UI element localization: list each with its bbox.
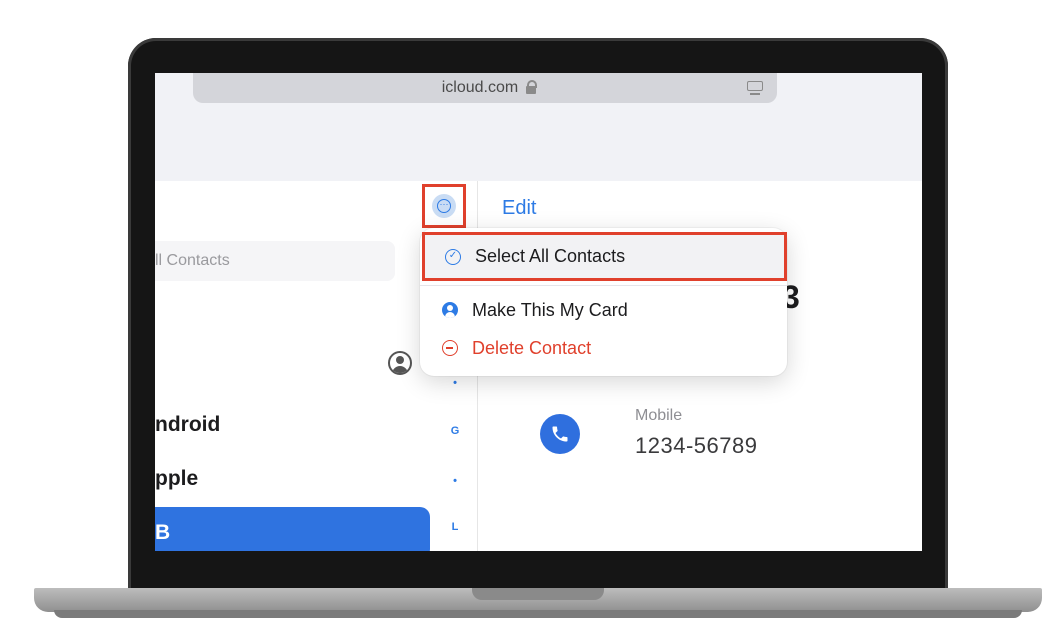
make-this-my-card-menu-item[interactable]: Make This My Card bbox=[420, 289, 787, 331]
menu-divider bbox=[420, 285, 787, 286]
menu-item-label: Delete Contact bbox=[472, 337, 592, 358]
index-letter[interactable]: G bbox=[449, 425, 461, 437]
menu-item-label: Select All Contacts bbox=[475, 246, 626, 266]
ellipsis-circle-icon: ··· bbox=[437, 199, 451, 213]
lock-icon bbox=[526, 80, 538, 94]
person-circle-icon bbox=[442, 302, 458, 318]
laptop-notch bbox=[472, 588, 604, 600]
index-letter[interactable]: • bbox=[449, 377, 461, 389]
phone-icon[interactable] bbox=[540, 414, 580, 454]
tab-overview-icon[interactable] bbox=[747, 81, 763, 95]
minus-circle-icon bbox=[442, 340, 458, 356]
screen: icloud.com ··· ll Contacts ndroid pple B… bbox=[155, 73, 922, 551]
index-letter[interactable]: L bbox=[449, 521, 461, 533]
more-button-highlight: ··· bbox=[422, 184, 466, 228]
contact-list-item-selected[interactable]: B bbox=[155, 507, 430, 551]
checkmark-circle-icon: ✓ bbox=[445, 248, 461, 265]
phone-number[interactable]: 1234-56789 bbox=[635, 433, 757, 459]
more-options-button[interactable]: ··· bbox=[432, 194, 456, 218]
phone-label: Mobile bbox=[635, 407, 683, 424]
menu-item-label: Make This My Card bbox=[472, 299, 628, 320]
laptop-base-shadow bbox=[54, 610, 1022, 618]
delete-contact-menu-item[interactable]: Delete Contact bbox=[420, 327, 787, 369]
contact-list-item[interactable]: ndroid bbox=[155, 413, 220, 437]
url-text: icloud.com bbox=[441, 79, 519, 96]
browser-chrome: icloud.com bbox=[155, 73, 922, 182]
edit-button[interactable]: Edit bbox=[502, 197, 536, 220]
person-circle-icon[interactable] bbox=[388, 351, 412, 375]
search-contacts-field[interactable]: ll Contacts bbox=[155, 241, 395, 281]
select-all-contacts-menu-item[interactable]: ✓ Select All Contacts bbox=[422, 232, 787, 281]
index-letter[interactable]: • bbox=[449, 475, 461, 487]
more-options-menu: ✓ Select All Contacts Make This My Card … bbox=[420, 228, 787, 376]
address-bar[interactable]: icloud.com bbox=[193, 73, 777, 103]
contact-list-item[interactable]: pple bbox=[155, 467, 198, 491]
